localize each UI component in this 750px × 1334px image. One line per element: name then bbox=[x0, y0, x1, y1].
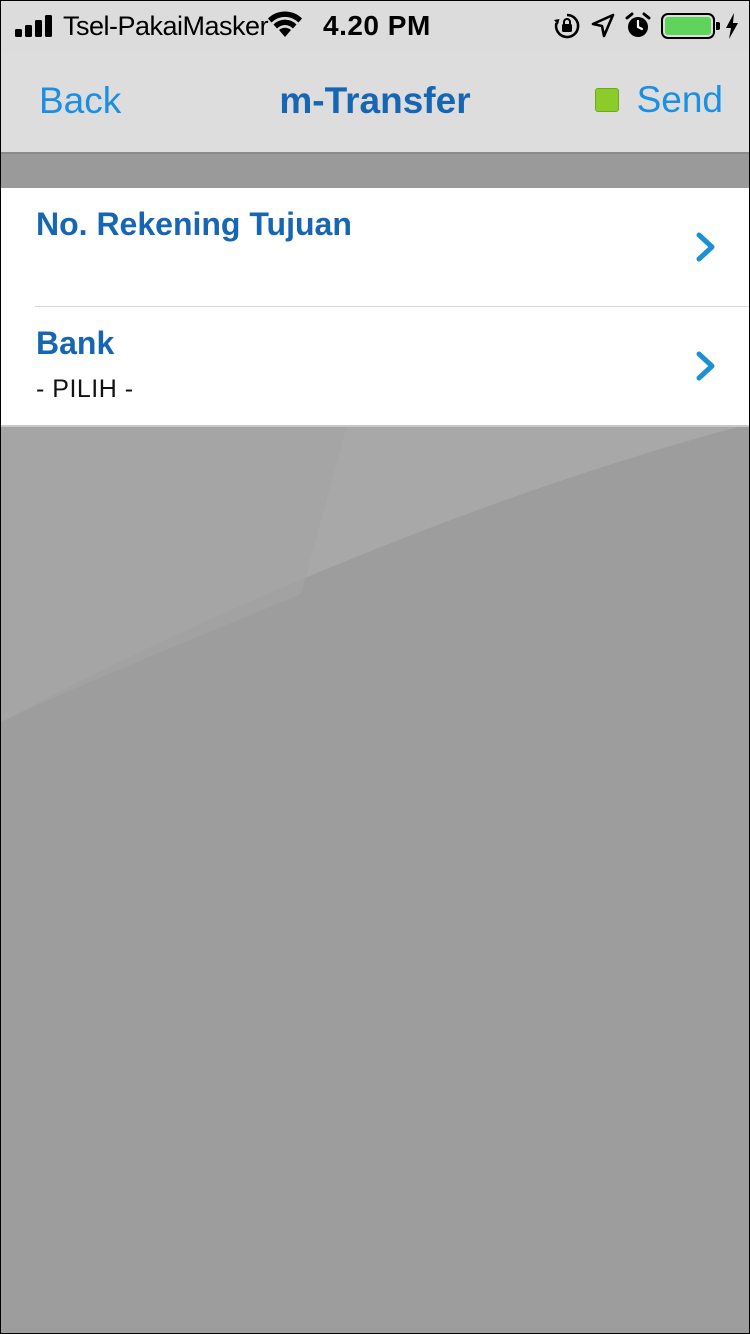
content-area: No. Rekening Tujuan Bank - PILIH - bbox=[1, 154, 749, 1333]
status-bar: Tsel-PakaiMasker 4.20 PM bbox=[1, 1, 749, 53]
battery-fill bbox=[665, 17, 711, 35]
transfer-form-list: No. Rekening Tujuan Bank - PILIH - bbox=[1, 188, 749, 427]
navigation-bar: Back m-Transfer Send bbox=[1, 53, 749, 154]
battery-nub bbox=[716, 22, 720, 30]
send-status-indicator bbox=[594, 88, 619, 112]
section-spacer bbox=[1, 154, 749, 188]
destination-account-row[interactable]: No. Rekening Tujuan bbox=[1, 188, 749, 306]
battery-icon bbox=[661, 13, 720, 39]
wifi-icon bbox=[268, 11, 302, 37]
status-time: 4.20 PM bbox=[323, 10, 431, 41]
destination-account-label: No. Rekening Tujuan bbox=[36, 206, 352, 242]
send-label: Send bbox=[636, 79, 723, 120]
chevron-right-icon bbox=[696, 351, 715, 381]
bank-label: Bank bbox=[36, 325, 115, 361]
alarm-icon bbox=[625, 12, 651, 37]
rotation-lock-icon bbox=[554, 13, 580, 39]
chevron-right-icon bbox=[696, 232, 715, 262]
charging-bolt-icon bbox=[726, 13, 738, 39]
signal-icon bbox=[15, 15, 52, 37]
bank-select-row[interactable]: Bank - PILIH - bbox=[35, 306, 749, 425]
status-right-group bbox=[553, 10, 739, 42]
screen: Tsel-PakaiMasker 4.20 PM Back m-Transfer… bbox=[0, 0, 750, 1334]
carrier-name: Tsel-PakaiMasker bbox=[63, 11, 269, 41]
bank-value: - PILIH - bbox=[36, 375, 134, 403]
location-arrow-icon bbox=[591, 13, 615, 38]
send-button[interactable]: Send bbox=[594, 79, 723, 121]
